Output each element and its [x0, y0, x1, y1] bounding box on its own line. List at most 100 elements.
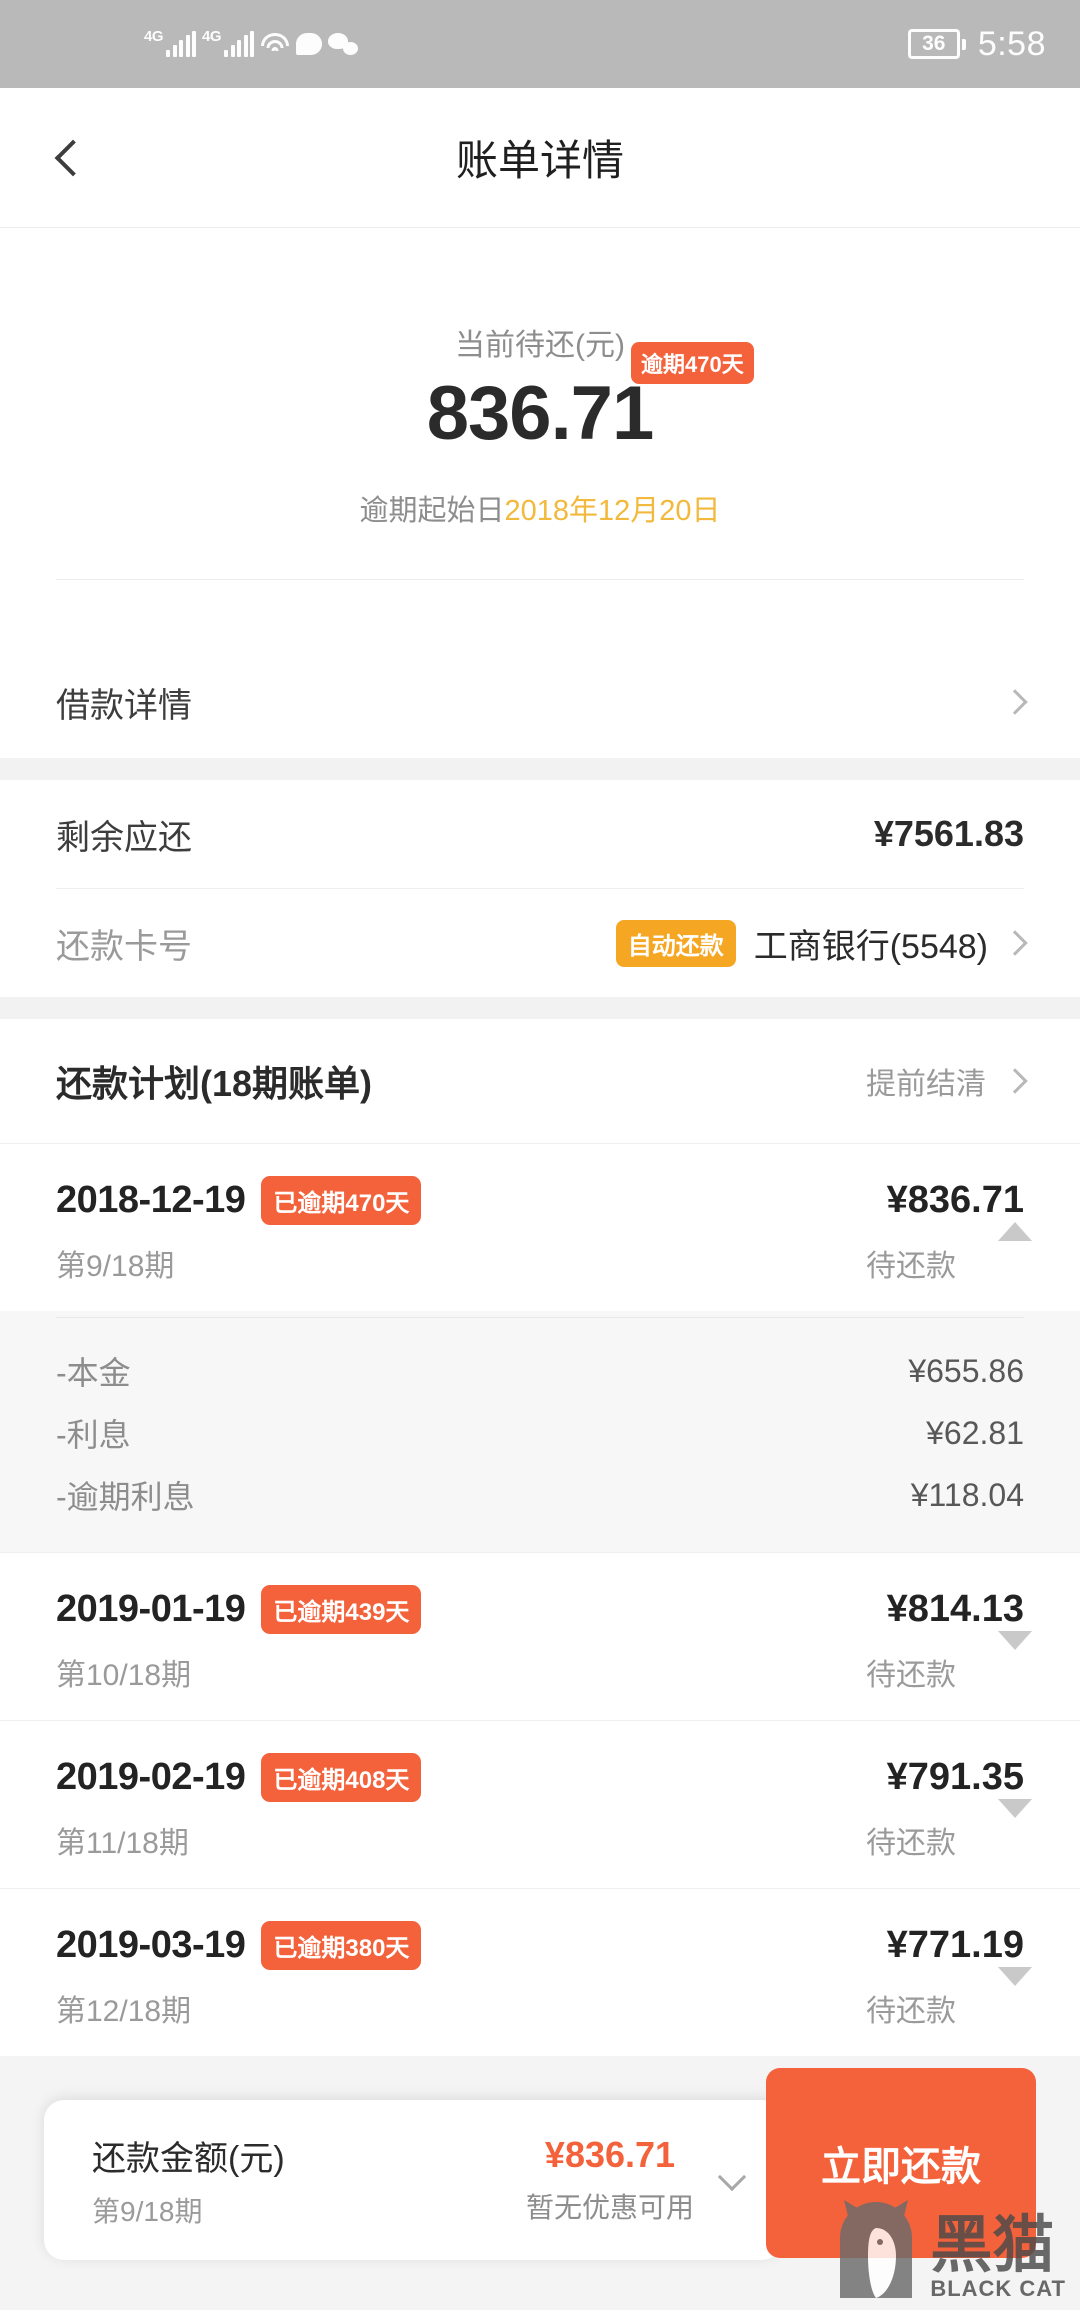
signal-indicator-sim1: 4G [144, 28, 197, 57]
installment-amount: ¥814.13 [886, 1588, 1024, 1630]
auto-repay-badge: 自动还款 [615, 919, 736, 967]
overdue-start-label: 逾期起始日 [359, 495, 505, 527]
installment-overdue-badge: 已逾期439天 [261, 1585, 422, 1634]
chevron-right-icon [1002, 1068, 1028, 1094]
page-title: 账单详情 [455, 137, 624, 184]
signal-bars-icon-2 [224, 31, 255, 57]
summary-label-row: 当前待还(元) 逾期470天 [455, 320, 754, 384]
installment-status: 待还款 [866, 1659, 956, 1692]
coupon-status-label: 暂无优惠可用 [525, 2192, 694, 2223]
app-screen: 4G 4G 36 5:58 账单详情 当前待还(元) 逾期470天 836.71… [0, 0, 1080, 2310]
status-bar-left: 4G 4G [34, 28, 359, 57]
installment-row[interactable]: 2019-02-19 已逾期408天 ¥791.35 第11/18期 待还款 [0, 1720, 1080, 1888]
installment-top: 2019-01-19 已逾期439天 ¥814.13 [56, 1585, 1024, 1634]
info-block: 剩余应还 ¥7561.83 还款卡号 自动还款 工商银行(5548) [0, 780, 1080, 997]
installment-row[interactable]: 2019-03-19 已逾期380天 ¥771.19 第12/18期 待还款 [0, 1888, 1080, 2056]
early-settlement-label: 提前结清 [866, 1068, 986, 1101]
chevron-right-icon [1002, 930, 1028, 956]
installment-bottom: 第10/18期 待还款 [56, 1650, 1024, 1694]
breakdown-row: -逾期利息 ¥118.04 [56, 1464, 1024, 1526]
installment-left: 2019-02-19 已逾期408天 [56, 1753, 422, 1802]
triangle-down-icon[interactable] [998, 1798, 1032, 1818]
repayment-amount-group: 还款金额(元) 第9/18期 [92, 2131, 285, 2230]
wifi-icon [260, 32, 290, 56]
summary-section: 当前待还(元) 逾期470天 836.71 逾期起始日2018年12月20日 [0, 228, 1080, 646]
repayment-amount-value: ¥836.71 [544, 2134, 676, 2175]
back-button[interactable] [38, 123, 108, 193]
installment-date: 2019-02-19 [56, 1756, 246, 1798]
installment-bottom: 第11/18期 待还款 [56, 1818, 1024, 1862]
installment-top: 2019-03-19 已逾期380天 ¥771.19 [56, 1921, 1024, 1970]
remaining-due-row: 剩余应还 ¥7561.83 [0, 780, 1080, 888]
installment-status: 待还款 [866, 1250, 956, 1283]
installment-date: 2019-01-19 [56, 1588, 246, 1630]
installment-date: 2019-03-19 [56, 1924, 246, 1966]
chevron-right-icon [1002, 689, 1028, 715]
section-gap [0, 997, 1080, 1019]
chevron-down-icon[interactable] [717, 2162, 747, 2192]
breakdown-row: -利息 ¥62.81 [56, 1402, 1024, 1464]
installment-amount: ¥771.19 [886, 1924, 1024, 1966]
chevron-left-icon [54, 139, 92, 176]
breakdown-value: ¥655.86 [908, 1352, 1024, 1389]
installment-row[interactable]: 2018-12-19 已逾期470天 ¥836.71 第9/18期 待还款 [0, 1143, 1080, 1311]
loan-detail-row[interactable]: 借款详情 [0, 646, 1080, 758]
status-bar: 4G 4G 36 5:58 [0, 0, 1080, 88]
breakdown-value: ¥118.04 [910, 1476, 1024, 1513]
overdue-start-date: 2018年12月20日 [504, 495, 721, 527]
installment-overdue-badge: 已逾期470天 [261, 1176, 422, 1225]
repayment-amount-label: 还款金额(元) [92, 2139, 285, 2178]
breakdown-label: -利息 [56, 1417, 131, 1453]
repayment-summary-card[interactable]: 还款金额(元) 第9/18期 ¥836.71 暂无优惠可用 [44, 2100, 782, 2260]
installment-top: 2019-02-19 已逾期408天 ¥791.35 [56, 1753, 1024, 1802]
repayment-card-label: 还款卡号 [56, 927, 192, 966]
clock-label: 5:58 [977, 24, 1046, 63]
installment-left: 2019-01-19 已逾期439天 [56, 1585, 422, 1634]
breakdown-row: -本金 ¥655.86 [56, 1340, 1024, 1402]
remaining-due-label: 剩余应还 [56, 818, 192, 857]
message-bubble-icon [296, 33, 323, 55]
early-settlement-group[interactable]: 提前结清 [866, 1059, 1028, 1103]
installment-left: 2019-03-19 已逾期380天 [56, 1921, 422, 1970]
nav-bar: 账单详情 [0, 88, 1080, 228]
breakdown-label: -逾期利息 [56, 1479, 195, 1515]
overdue-start-row: 逾期起始日2018年12月20日 [0, 487, 1080, 529]
installment-bottom: 第12/18期 待还款 [56, 1986, 1024, 2030]
repayment-plan-header: 还款计划(18期账单) 提前结清 [0, 1019, 1080, 1143]
signal-bars-icon-1 [166, 31, 197, 57]
installment-overdue-badge: 已逾期408天 [261, 1753, 422, 1802]
triangle-down-icon[interactable] [998, 1630, 1032, 1650]
summary-divider [56, 579, 1024, 580]
repayment-term-label: 第9/18期 [92, 2195, 203, 2227]
bank-name-label: 工商银行(5548) [753, 927, 988, 966]
loan-detail-label: 借款详情 [56, 686, 192, 725]
triangle-up-icon[interactable] [998, 1221, 1032, 1241]
installment-term: 第9/18期 [56, 1250, 175, 1283]
black-cat-logo-icon [830, 2198, 922, 2302]
repayment-value-group: ¥836.71 暂无优惠可用 [526, 2134, 694, 2226]
status-bar-right: 36 5:58 [907, 24, 1046, 64]
installment-left: 2018-12-19 已逾期470天 [56, 1176, 422, 1225]
breakdown-value: ¥62.81 [926, 1414, 1024, 1451]
breakdown-divider [56, 1317, 1024, 1318]
summary-amount: 836.71 [426, 371, 654, 456]
installment-amount: ¥836.71 [886, 1179, 1024, 1221]
installment-overdue-badge: 已逾期380天 [261, 1921, 422, 1970]
installment-date: 2018-12-19 [56, 1179, 246, 1221]
remaining-due-value: ¥7561.83 [873, 813, 1024, 854]
summary-label: 当前待还(元) [455, 329, 625, 362]
installment-term: 第12/18期 [56, 1995, 192, 2028]
repayment-card-row[interactable]: 还款卡号 自动还款 工商银行(5548) [0, 889, 1080, 997]
breakdown-label: -本金 [56, 1355, 131, 1391]
section-gap [0, 758, 1080, 780]
triangle-down-icon[interactable] [998, 1966, 1032, 1986]
installment-term: 第10/18期 [56, 1659, 192, 1692]
installment-status: 待还款 [866, 1995, 956, 2028]
overdue-badge: 逾期470天 [630, 342, 754, 384]
watermark-cn: 黑猫 [930, 2211, 1055, 2281]
installment-amount: ¥791.35 [886, 1756, 1024, 1798]
signal-indicator-sim2: 4G [202, 29, 255, 57]
network-type-label-1: 4G [144, 28, 164, 45]
wechat-icon [328, 33, 359, 55]
installment-row[interactable]: 2019-01-19 已逾期439天 ¥814.13 第10/18期 待还款 [0, 1552, 1080, 1720]
